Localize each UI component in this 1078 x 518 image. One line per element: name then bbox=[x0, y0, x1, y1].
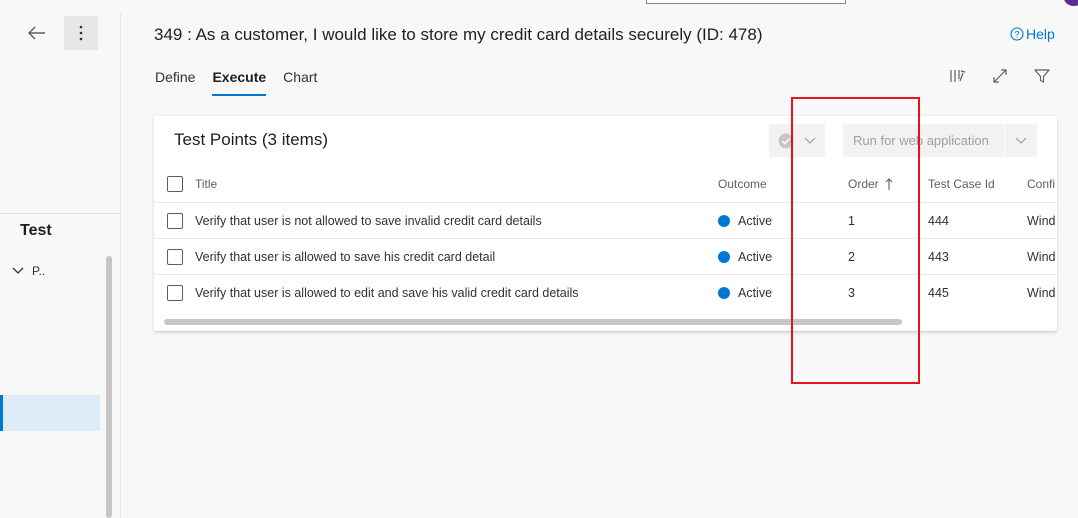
tab-bar: Define Execute Chart bbox=[155, 66, 334, 96]
more-vertical-icon bbox=[79, 25, 83, 41]
tab-chart[interactable]: Chart bbox=[283, 66, 317, 96]
row-select-cell bbox=[167, 203, 183, 238]
tree-item[interactable]: P.. bbox=[12, 264, 45, 278]
help-label: Help bbox=[1026, 26, 1055, 42]
svg-text:?: ? bbox=[1014, 30, 1019, 40]
table-row[interactable]: Verify that user is allowed to save his … bbox=[154, 239, 1057, 275]
more-options-button[interactable] bbox=[64, 16, 98, 50]
row-title[interactable]: Verify that user is allowed to save his … bbox=[195, 239, 495, 274]
row-test-case-id: 443 bbox=[928, 249, 949, 264]
row-title[interactable]: Verify that user is allowed to edit and … bbox=[195, 275, 579, 311]
tab-execute[interactable]: Execute bbox=[212, 66, 267, 96]
help-link[interactable]: ? Help bbox=[1010, 26, 1055, 42]
row-outcome-label: Active bbox=[738, 286, 773, 300]
tree-item-label: P.. bbox=[32, 264, 46, 278]
table-row[interactable]: Verify that user is allowed to edit and … bbox=[154, 275, 1057, 311]
chevron-down-icon bbox=[12, 267, 24, 274]
active-status-dot bbox=[718, 250, 730, 263]
row-test-case-id: 444 bbox=[928, 213, 949, 228]
row-configuration: Wind bbox=[1027, 249, 1056, 264]
test-points-title: Test Points (3 items) bbox=[174, 130, 328, 149]
row-title[interactable]: Verify that user is not allowed to save … bbox=[195, 203, 542, 238]
row-configuration: Wind bbox=[1027, 286, 1056, 300]
back-button[interactable] bbox=[22, 18, 52, 48]
row-select-cell bbox=[167, 239, 183, 274]
filter-icon[interactable] bbox=[1032, 66, 1052, 86]
grid-header-row: Title Outcome Order Test Case Id Confi bbox=[154, 166, 1057, 203]
column-header-title[interactable]: Title bbox=[195, 166, 217, 202]
left-scrollbar[interactable] bbox=[106, 256, 112, 518]
active-status-dot bbox=[718, 287, 730, 299]
tab-define[interactable]: Define bbox=[155, 66, 195, 96]
select-all-cell bbox=[167, 166, 183, 202]
column-header-outcome[interactable]: Outcome bbox=[718, 166, 767, 202]
column-header-test-case-id[interactable]: Test Case Id bbox=[928, 166, 995, 202]
table-row[interactable]: Verify that user is not allowed to save … bbox=[154, 203, 1057, 239]
row-checkbox[interactable] bbox=[167, 285, 183, 301]
test-points-card: Test Points (3 items) Run for web applic… bbox=[154, 116, 1057, 331]
select-all-checkbox[interactable] bbox=[167, 176, 183, 192]
left-divider bbox=[0, 213, 120, 214]
selected-tree-row[interactable] bbox=[0, 395, 100, 431]
row-test-case-id: 445 bbox=[928, 286, 949, 300]
run-options-dropdown[interactable] bbox=[1005, 137, 1037, 145]
help-icon: ? bbox=[1010, 27, 1024, 41]
avatar[interactable] bbox=[1064, 0, 1078, 6]
fullscreen-icon[interactable] bbox=[990, 66, 1010, 86]
active-status-dot bbox=[718, 214, 730, 227]
row-outcome-label: Active bbox=[738, 213, 773, 228]
back-arrow-icon bbox=[28, 26, 45, 40]
row-select-cell bbox=[167, 275, 183, 311]
row-checkbox[interactable] bbox=[167, 248, 183, 265]
row-outcome: Active bbox=[718, 203, 772, 238]
header-toolbar bbox=[948, 66, 1052, 86]
left-pane-title: Test bbox=[20, 222, 52, 239]
row-outcome-label: Active bbox=[738, 249, 773, 264]
page-title: 349 : As a customer, I would like to sto… bbox=[154, 25, 763, 44]
row-checkbox[interactable] bbox=[167, 212, 183, 229]
row-outcome: Active bbox=[718, 275, 772, 311]
row-configuration: Wind bbox=[1027, 213, 1056, 228]
row-outcome: Active bbox=[718, 239, 772, 274]
annotation-highlight-box bbox=[791, 97, 920, 384]
left-pane: Test P.. bbox=[0, 12, 121, 518]
chevron-down-icon bbox=[1015, 137, 1027, 144]
test-points-grid: Title Outcome Order Test Case Id Confi V… bbox=[154, 166, 1057, 311]
column-options-icon[interactable] bbox=[948, 66, 968, 86]
column-header-configuration[interactable]: Confi bbox=[1027, 166, 1055, 202]
top-search-box[interactable] bbox=[646, 0, 846, 4]
